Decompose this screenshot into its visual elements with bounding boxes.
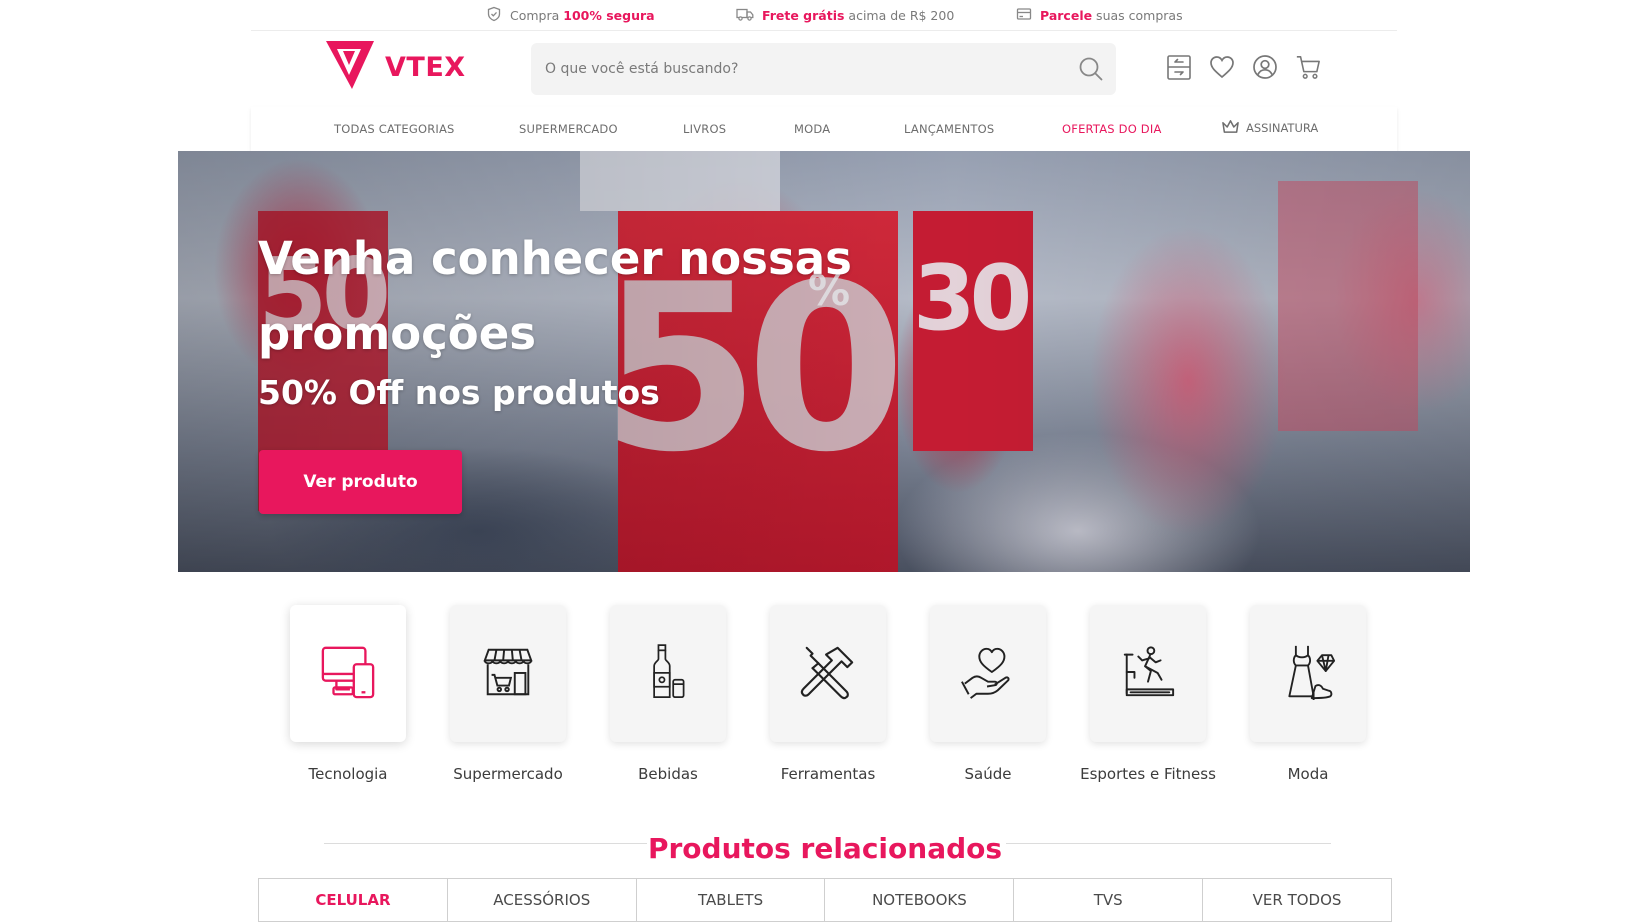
tools-icon (799, 643, 857, 705)
tab-celular[interactable]: CELULAR (259, 879, 448, 921)
category-card[interactable] (930, 605, 1046, 742)
vtex-logo-icon (323, 37, 377, 97)
nav-item-livros[interactable]: LIVROS (683, 122, 726, 136)
store-icon (479, 643, 537, 705)
site-header: VTEX (251, 31, 1397, 107)
cart-icon[interactable] (1295, 52, 1321, 82)
tab-ver-todos[interactable]: VER TODOS (1203, 879, 1391, 921)
category-supermercado[interactable]: Supermercado (450, 605, 566, 783)
heart-icon[interactable] (1209, 52, 1235, 82)
user-icon[interactable] (1252, 52, 1278, 82)
heart-hand-icon (959, 643, 1017, 705)
category-tecnologia[interactable]: Tecnologia (290, 605, 406, 783)
tab-notebooks[interactable]: NOTEBOOKS (825, 879, 1015, 921)
bottle-icon (642, 638, 694, 710)
category-label: Moda (1287, 765, 1329, 783)
installments-info: Parcele suas compras (1016, 6, 1183, 25)
main-nav: TODAS CATEGORIAS SUPERMERCADO LIVROS MOD… (251, 107, 1397, 151)
category-card[interactable] (1090, 605, 1206, 742)
nav-item-todas-categorias[interactable]: TODAS CATEGORIAS (334, 122, 455, 136)
nav-item-lancamentos[interactable]: LANÇAMENTOS (904, 122, 994, 136)
category-card[interactable] (450, 605, 566, 742)
secure-purchase-info: Compra 100% segura (486, 6, 655, 25)
hero-cta-button[interactable]: Ver produto (259, 450, 462, 514)
tab-tablets[interactable]: TABLETS (636, 879, 826, 921)
nav-item-assinatura[interactable]: ASSINATURA (1221, 118, 1318, 138)
tab-acessorios[interactable]: ACESSÓRIOS (447, 879, 637, 921)
compare-icon[interactable] (1166, 52, 1192, 82)
category-esportes-fitness[interactable]: Esportes e Fitness (1080, 605, 1216, 783)
logo-wordmark: VTEX (385, 51, 466, 83)
category-card[interactable] (290, 605, 406, 742)
hero-subheadline: 50% Off nos produtos (258, 373, 660, 412)
shield-check-icon (486, 6, 502, 25)
search-input[interactable] (531, 43, 1116, 95)
hero-banner: 50 50 % 30 Venha conhecer nossas promoçõ… (178, 151, 1470, 572)
category-card[interactable] (1250, 605, 1366, 742)
related-products-tabs: CELULAR ACESSÓRIOS TABLETS NOTEBOOKS TVS… (258, 878, 1392, 922)
related-products-title: Produtos relacionados (647, 832, 1003, 865)
category-ferramentas[interactable]: Ferramentas (770, 605, 886, 783)
category-card[interactable] (770, 605, 886, 742)
category-moda[interactable]: Moda (1250, 605, 1366, 783)
tab-tvs[interactable]: TVS (1014, 879, 1204, 921)
category-saude[interactable]: Saúde (930, 605, 1046, 783)
category-card[interactable] (610, 605, 726, 742)
search-bar (531, 43, 1116, 95)
search-icon[interactable] (1078, 56, 1104, 82)
truck-icon (736, 6, 754, 25)
treadmill-icon (1119, 643, 1177, 705)
top-info-bar: Compra 100% segura Frete grátis acima de… (0, 0, 1640, 30)
nav-item-ofertas-do-dia[interactable]: OFERTAS DO DIA (1062, 122, 1162, 136)
header-actions (1166, 52, 1321, 82)
free-shipping-info: Frete grátis acima de R$ 200 (736, 6, 954, 25)
credit-card-icon (1016, 6, 1032, 25)
category-bebidas[interactable]: Bebidas (610, 605, 726, 783)
crown-icon (1221, 118, 1240, 138)
dress-icon (1280, 641, 1336, 707)
category-shelf: Tecnologia Supermercado Bebidas Ferramen… (0, 605, 1640, 795)
nav-item-supermercado[interactable]: SUPERMERCADO (519, 122, 618, 136)
store-logo[interactable]: VTEX (323, 37, 466, 97)
nav-item-moda[interactable]: MODA (794, 122, 830, 136)
hero-headline: Venha conhecer nossas promoções (258, 232, 852, 360)
devices-icon (319, 643, 377, 705)
